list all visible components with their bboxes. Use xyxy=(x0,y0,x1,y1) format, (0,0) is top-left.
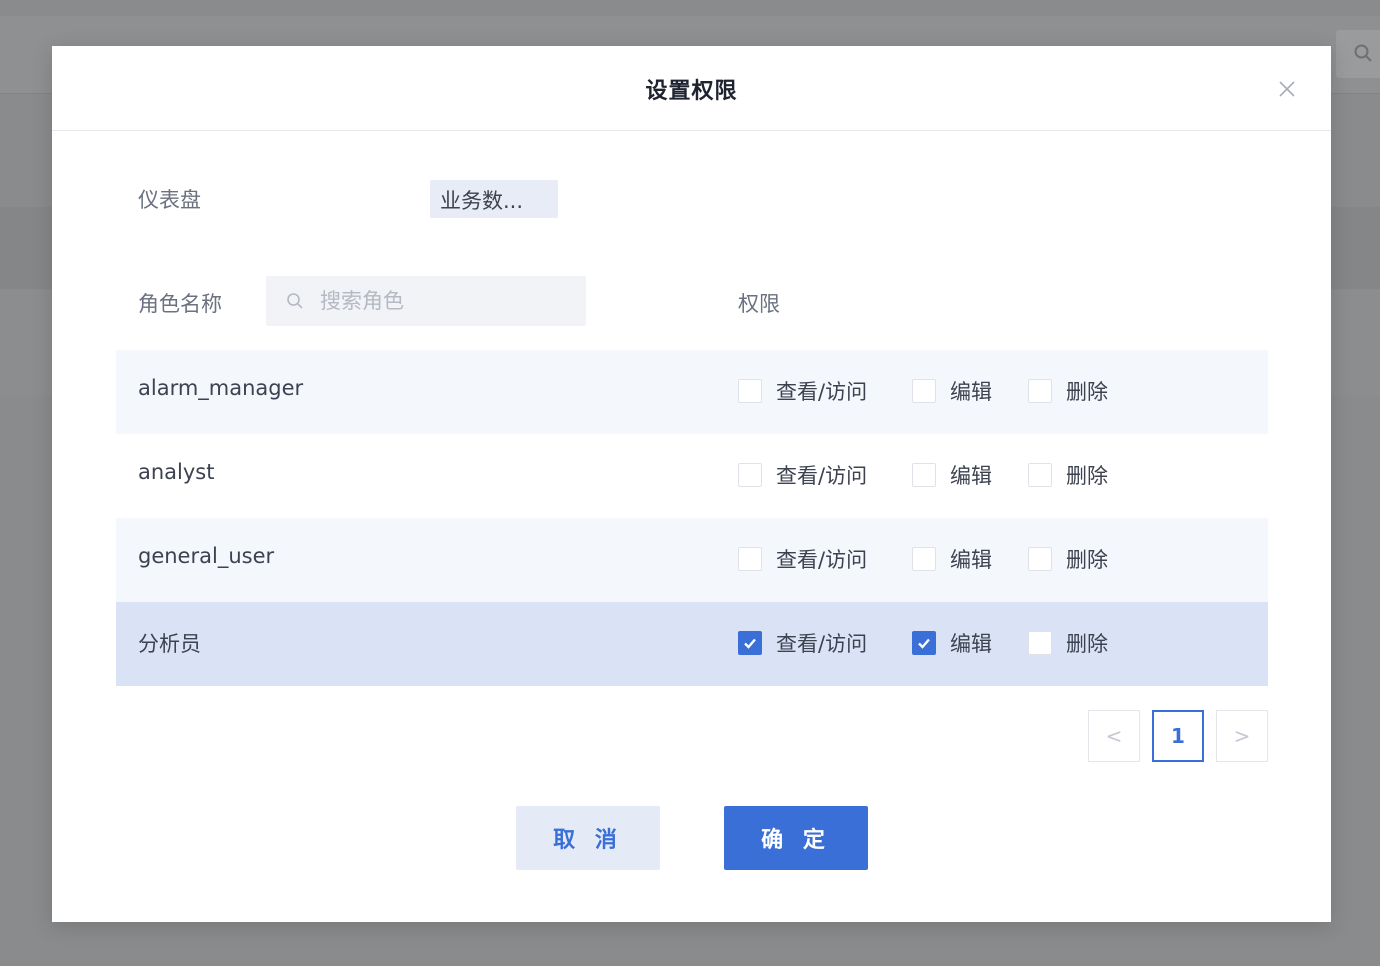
view-checkbox[interactable] xyxy=(738,631,762,655)
view-checkbox[interactable] xyxy=(738,379,762,403)
role-table: alarm_manager 查看/访问 编辑 删除 analyst 查看/访问 xyxy=(116,350,1268,686)
background-search-button xyxy=(1336,30,1380,78)
table-row: general_user 查看/访问 编辑 删除 xyxy=(116,518,1268,602)
view-checkbox[interactable] xyxy=(738,547,762,571)
dialog-header: 设置权限 xyxy=(52,46,1331,131)
page-1-button[interactable]: 1 xyxy=(1152,710,1204,762)
view-permission[interactable]: 查看/访问 xyxy=(738,376,867,406)
close-button[interactable] xyxy=(1276,78,1298,100)
confirm-button[interactable]: 确 定 xyxy=(724,806,868,870)
edit-permission-label: 编辑 xyxy=(950,464,992,488)
delete-checkbox[interactable] xyxy=(1028,463,1052,487)
view-permission[interactable]: 查看/访问 xyxy=(738,460,867,490)
edit-permission-label: 编辑 xyxy=(950,548,992,572)
delete-checkbox[interactable] xyxy=(1028,631,1052,655)
edit-checkbox[interactable] xyxy=(912,547,936,571)
role-name: general_user xyxy=(138,544,275,568)
view-permission-label: 查看/访问 xyxy=(776,548,868,572)
view-permission[interactable]: 查看/访问 xyxy=(738,544,867,574)
permission-dialog: 设置权限 仪表盘 业务数... 角色名称 权限 alarm_manager 查看… xyxy=(52,46,1331,922)
edit-permission[interactable]: 编辑 xyxy=(912,628,992,658)
check-icon xyxy=(918,638,930,649)
view-permission-label: 查看/访问 xyxy=(776,464,868,488)
delete-permission-label: 删除 xyxy=(1066,632,1108,656)
delete-permission-label: 删除 xyxy=(1066,464,1108,488)
edit-checkbox[interactable] xyxy=(912,379,936,403)
search-icon xyxy=(1354,44,1372,62)
delete-permission[interactable]: 删除 xyxy=(1028,460,1108,490)
edit-permission[interactable]: 编辑 xyxy=(912,460,992,490)
edit-permission-label: 编辑 xyxy=(950,632,992,656)
role-search-input[interactable] xyxy=(320,276,576,326)
view-permission[interactable]: 查看/访问 xyxy=(738,628,867,658)
check-icon xyxy=(744,638,756,649)
delete-permission[interactable]: 删除 xyxy=(1028,544,1108,574)
role-name-label: 角色名称 xyxy=(138,292,222,316)
delete-permission[interactable]: 删除 xyxy=(1028,628,1108,658)
edit-permission-label: 编辑 xyxy=(950,380,992,404)
table-row-selected: 分析员 查看/访问 编辑 删除 xyxy=(116,602,1268,686)
prev-page-button[interactable]: < xyxy=(1088,710,1140,762)
view-checkbox[interactable] xyxy=(738,463,762,487)
role-search-box xyxy=(266,276,586,326)
view-permission-label: 查看/访问 xyxy=(776,380,868,404)
dashboard-label: 仪表盘 xyxy=(138,188,201,212)
delete-permission-label: 删除 xyxy=(1066,548,1108,572)
table-row: alarm_manager 查看/访问 编辑 删除 xyxy=(116,350,1268,434)
delete-checkbox[interactable] xyxy=(1028,379,1052,403)
delete-checkbox[interactable] xyxy=(1028,547,1052,571)
delete-permission[interactable]: 删除 xyxy=(1028,376,1108,406)
edit-checkbox[interactable] xyxy=(912,631,936,655)
cancel-button[interactable]: 取 消 xyxy=(516,806,660,870)
dialog-title: 设置权限 xyxy=(645,79,738,104)
edit-permission[interactable]: 编辑 xyxy=(912,376,992,406)
delete-permission-label: 删除 xyxy=(1066,380,1108,404)
close-icon xyxy=(1279,81,1295,97)
dashboard-tag: 业务数... xyxy=(430,180,558,218)
edit-checkbox[interactable] xyxy=(912,463,936,487)
next-page-button[interactable]: > xyxy=(1216,710,1268,762)
role-name: alarm_manager xyxy=(138,376,304,400)
table-row: analyst 查看/访问 编辑 删除 xyxy=(116,434,1268,518)
search-icon xyxy=(287,293,303,309)
view-permission-label: 查看/访问 xyxy=(776,632,868,656)
permission-label: 权限 xyxy=(738,292,780,316)
role-name: analyst xyxy=(138,460,215,484)
role-name: 分析员 xyxy=(138,632,201,656)
edit-permission[interactable]: 编辑 xyxy=(912,544,992,574)
